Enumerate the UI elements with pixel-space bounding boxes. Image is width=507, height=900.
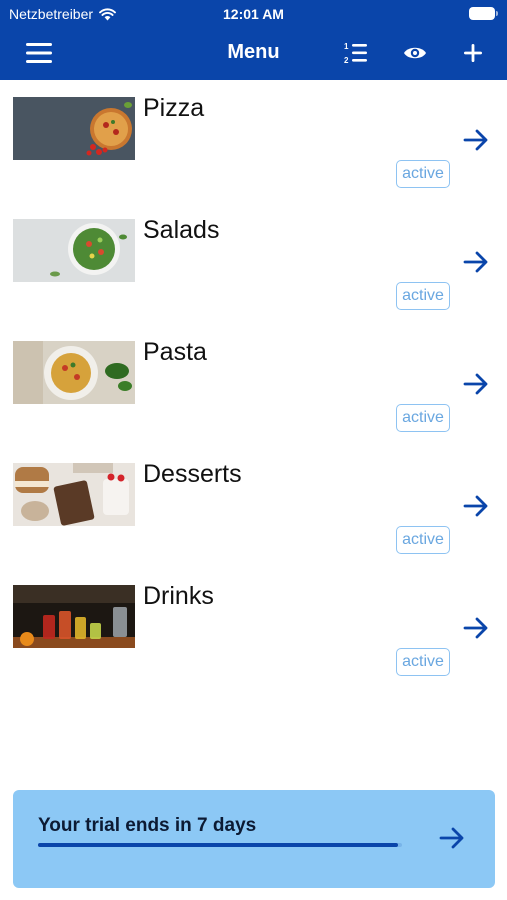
- trial-progress-track: [38, 843, 402, 847]
- pizza-image: [13, 97, 135, 160]
- list-item-pizza[interactable]: Pizza active: [0, 80, 507, 202]
- row-title: Pasta: [143, 338, 207, 366]
- arrow-right-icon[interactable]: [462, 372, 490, 396]
- trial-text: Your trial ends in 7 days: [38, 815, 257, 836]
- arrow-right-icon[interactable]: [462, 128, 490, 152]
- svg-text:1: 1: [344, 42, 349, 51]
- arrow-right-icon[interactable]: [462, 250, 490, 274]
- trial-banner[interactable]: Your trial ends in 7 days: [13, 790, 495, 888]
- trial-progress-bar: [38, 843, 399, 847]
- salads-image: [13, 219, 135, 282]
- drinks-image: [13, 585, 135, 648]
- nav-bar: Menu 1 2: [0, 30, 507, 76]
- svg-text:2: 2: [344, 56, 349, 64]
- arrow-right-icon[interactable]: [462, 616, 490, 640]
- top-bar: Netzbetreiber 12:01 AM Menu 1 2: [0, 0, 507, 80]
- clock: 12:01 AM: [223, 6, 284, 22]
- status-badge: active: [396, 648, 450, 676]
- list-item-pasta[interactable]: Pasta active: [0, 324, 507, 446]
- pasta-image: [13, 341, 135, 404]
- row-title: Drinks: [143, 582, 214, 610]
- status-badge: active: [396, 404, 450, 432]
- eye-icon[interactable]: [398, 36, 432, 70]
- status-bar: Netzbetreiber 12:01 AM: [0, 0, 507, 30]
- row-title: Desserts: [143, 460, 242, 488]
- status-badge: active: [396, 160, 450, 188]
- list-item-salads[interactable]: Salads active: [0, 202, 507, 324]
- list-item-drinks[interactable]: Drinks active: [0, 568, 507, 690]
- numbered-list-icon[interactable]: 1 2: [339, 36, 373, 70]
- row-title: Pizza: [143, 94, 205, 122]
- row-title: Salads: [143, 216, 220, 244]
- arrow-right-icon[interactable]: [462, 494, 490, 518]
- plus-icon[interactable]: [456, 36, 490, 70]
- desserts-image: [13, 463, 135, 526]
- list-item-desserts[interactable]: Desserts active: [0, 446, 507, 568]
- status-badge: active: [396, 282, 450, 310]
- arrow-right-icon[interactable]: [438, 826, 466, 850]
- battery-icon: [469, 7, 498, 20]
- status-badge: active: [396, 526, 450, 554]
